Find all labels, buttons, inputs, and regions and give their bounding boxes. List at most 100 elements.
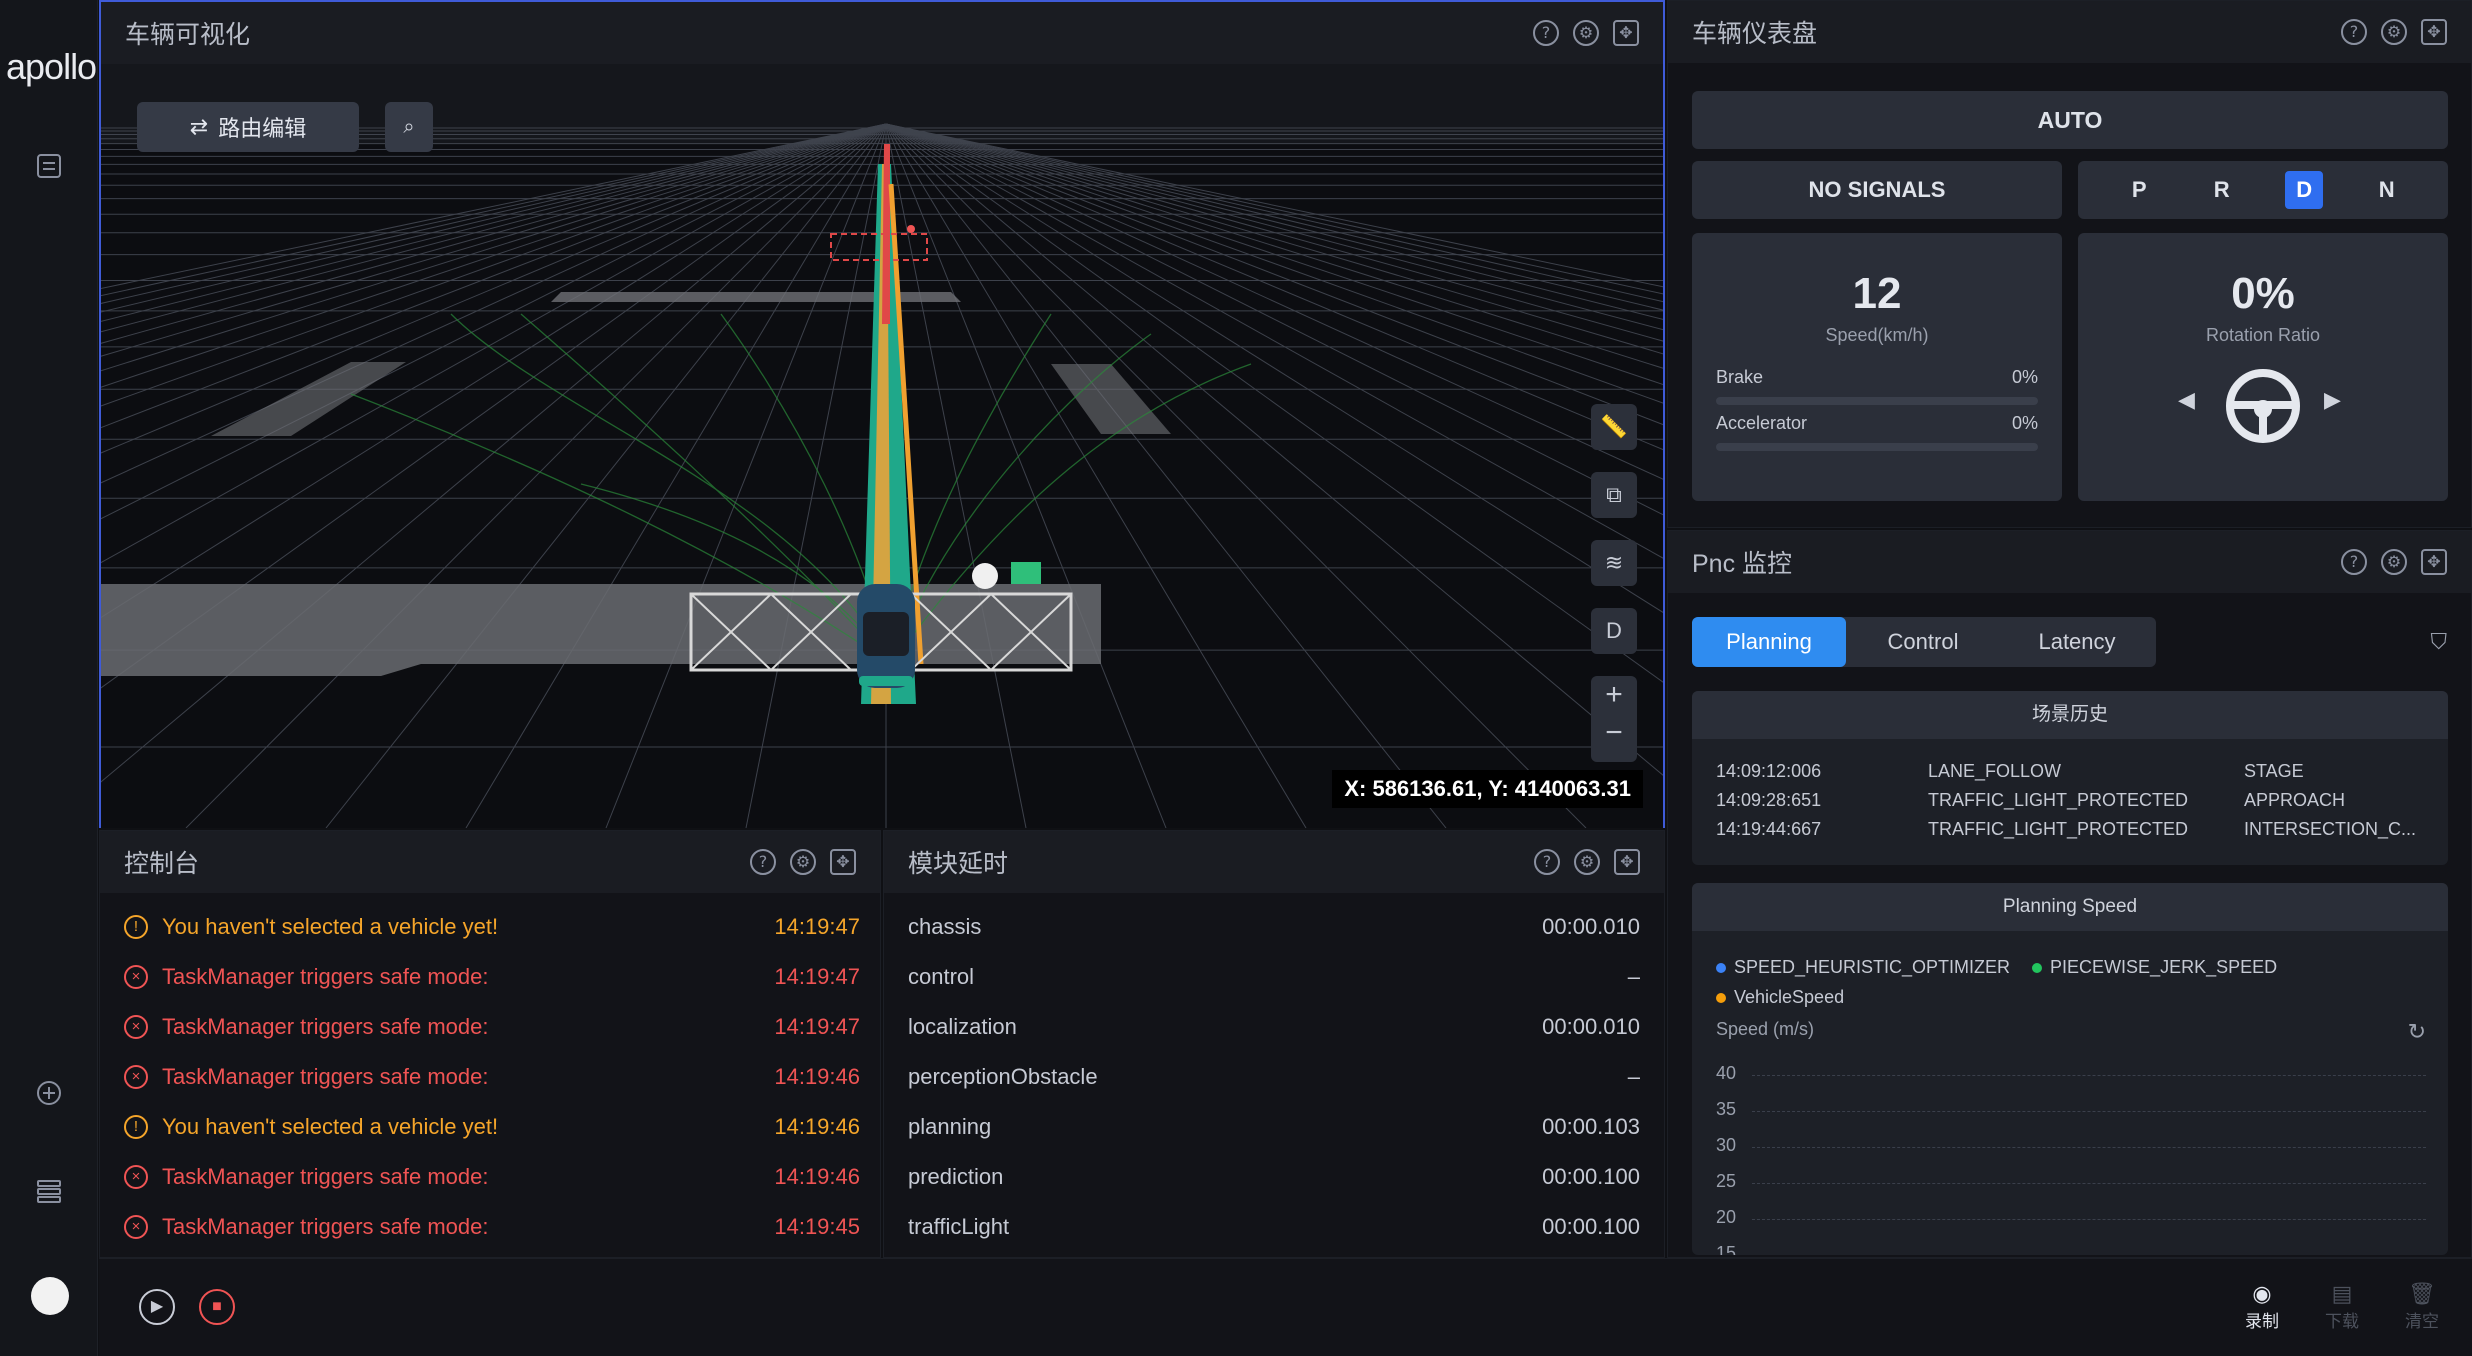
arrow-right-icon: ▶ — [2324, 387, 2341, 412]
vehicle-visualization-panel: 车辆可视化 ? ⚙ ✥ ⇄ 路由编辑 ⌕ 📏 ⧉ ≋ D + − X: 5861… — [99, 0, 1665, 828]
latency-title: 模块延时 — [908, 850, 1009, 878]
brake-row: Brake 0% — [1716, 367, 2038, 388]
help-icon[interactable]: ? — [1534, 849, 1560, 875]
scenario-stage: STAGE — [2244, 761, 2304, 781]
pnc-title: Pnc 监控 — [1692, 550, 1793, 578]
help-icon[interactable]: ? — [1533, 20, 1559, 46]
scenario-row: 14:09:28:651 TRAFFIC_LIGHT_PROTECTED APP… — [1692, 786, 2448, 815]
move-icon[interactable]: ✥ — [1614, 849, 1640, 875]
module-latency: 00:00.100 — [1542, 1214, 1640, 1239]
record-label: 录制 — [2245, 1312, 2279, 1331]
console-time: 14:19:47 — [774, 1014, 860, 1039]
console-time: 14:19:46 — [774, 1064, 860, 1089]
gear-d[interactable]: D — [2285, 171, 2324, 209]
route-edit-button[interactable]: ⇄ 路由编辑 — [137, 102, 359, 152]
help-icon[interactable]: ? — [2341, 19, 2367, 45]
rotation-value: 0% — [2231, 269, 2295, 318]
console-row: × TaskManager triggers safe mode: 14:19:47 — [124, 1007, 860, 1047]
accelerator-bar — [1716, 443, 2038, 451]
error-icon: × — [124, 1215, 148, 1239]
y-tick: 35 — [1716, 1099, 1737, 1119]
help-icon[interactable]: ? — [2341, 549, 2367, 575]
y-tick: 25 — [1716, 1171, 1737, 1191]
console-header: 控制台 ? ⚙ ✥ — [100, 831, 880, 893]
console-message: TaskManager triggers safe mode: — [162, 1064, 489, 1089]
console-row: × TaskManager triggers safe mode: 14:19:46 — [124, 1057, 860, 1097]
scenario-name: TRAFFIC_LIGHT_PROTECTED — [1928, 819, 2189, 839]
gear-icon[interactable]: ⚙ — [1574, 849, 1600, 875]
settings-list-icon[interactable] — [29, 1176, 69, 1216]
latency-row: perceptionObstacle – — [908, 1057, 1640, 1097]
camera-view-icon: ⌕ — [403, 116, 415, 138]
console-time: 14:19:46 — [774, 1114, 860, 1139]
legend-label: VehicleSpeed — [1734, 987, 1845, 1007]
gear-icon[interactable]: ⚙ — [790, 849, 816, 875]
layer-button[interactable]: ≋ — [1591, 540, 1637, 586]
add-panel-icon[interactable] — [29, 1078, 69, 1118]
refresh-icon[interactable]: ↻ — [2408, 1019, 2426, 1045]
speed-chart-title: Planning Speed — [1692, 883, 2448, 931]
zoom-control: + − — [1591, 676, 1637, 762]
gear-r[interactable]: R — [2203, 171, 2241, 209]
grid-line — [1752, 1183, 2426, 1184]
accelerator-row: Accelerator 0% — [1716, 413, 2038, 434]
legend-item[interactable]: SPEED_HEURISTIC_OPTIMIZER — [1716, 957, 2010, 978]
3d-scene[interactable] — [101, 64, 1663, 828]
console-message: TaskManager triggers safe mode: — [162, 1164, 489, 1189]
y-tick: 40 — [1716, 1063, 1737, 1083]
play-button[interactable]: ▶ — [139, 1289, 175, 1325]
console-panel: 控制台 ? ⚙ ✥ ! You haven't selected a vehicl… — [99, 830, 881, 1258]
stop-button[interactable]: ■ — [199, 1289, 235, 1325]
gear-icon[interactable]: ⚙ — [2381, 549, 2407, 575]
camera-view-button[interactable]: ⌕ — [385, 102, 433, 152]
legend-dot — [1716, 992, 1726, 1003]
move-icon[interactable]: ✥ — [2421, 549, 2447, 575]
copy-icon: ⧉ — [1606, 482, 1622, 507]
console-row: × TaskManager triggers safe mode: 14:19:47 — [124, 957, 860, 997]
steering-wheel-icon — [2226, 369, 2300, 443]
module-name: perceptionObstacle — [908, 1064, 1098, 1089]
download-label: 下载 — [2325, 1312, 2359, 1331]
ruler-button[interactable]: 📏 — [1591, 404, 1637, 450]
module-name: chassis — [908, 914, 982, 939]
download-button[interactable]: ▤ 下载 — [2312, 1281, 2372, 1332]
move-icon[interactable]: ✥ — [830, 849, 856, 875]
move-icon[interactable]: ✥ — [2421, 19, 2447, 45]
signal-status: NO SIGNALS — [1692, 161, 2062, 219]
zoom-out-button[interactable]: − — [1591, 714, 1637, 752]
planning-speed-chart: Planning Speed SPEED_HEURISTIC_OPTIMIZER… — [1692, 883, 2448, 1255]
legend-item[interactable]: VehicleSpeed — [1716, 987, 1844, 1008]
gear-selector: P R D N — [2078, 161, 2448, 219]
legend-dot — [2032, 962, 2043, 973]
record-button[interactable]: ◉ 录制 — [2232, 1281, 2292, 1332]
gear-n[interactable]: N — [2368, 171, 2406, 209]
tab-latency[interactable]: Latency — [2000, 617, 2154, 667]
tab-control[interactable]: Control — [1846, 617, 2000, 667]
gear-p[interactable]: P — [2120, 171, 2158, 209]
zoom-in-button[interactable]: + — [1591, 676, 1637, 714]
legend-item[interactable]: PIECEWISE_JERK_SPEED — [2032, 957, 2277, 978]
grid-line — [1752, 1219, 2426, 1220]
speed-box: 12 Speed(km/h) Brake 0% Accelerator 0% — [1692, 233, 2062, 501]
filter-icon[interactable]: ⛉ — [2430, 629, 2447, 655]
apollo-logo: apollo — [6, 46, 97, 87]
clear-button[interactable]: 🗑 清空 — [2392, 1281, 2452, 1332]
copy-view-button[interactable]: ⧉ — [1591, 472, 1637, 518]
brake-value: 0% — [2011, 367, 2038, 387]
chart-legend-row2: VehicleSpeed — [1716, 987, 1844, 1008]
console-message: You haven't selected a vehicle yet! — [162, 1114, 499, 1139]
panel-list-icon[interactable] — [29, 150, 69, 190]
console-message: TaskManager triggers safe mode: — [162, 1014, 489, 1039]
tab-planning[interactable]: Planning — [1692, 617, 1846, 667]
move-icon[interactable]: ✥ — [1613, 20, 1639, 46]
scene-graphics — [101, 64, 1663, 828]
avatar[interactable] — [31, 1277, 69, 1315]
help-icon[interactable]: ? — [750, 849, 776, 875]
console-row: × TaskManager triggers safe mode: 14:19:45 — [124, 1207, 860, 1247]
grid-line — [1752, 1111, 2426, 1112]
gear-icon[interactable]: ⚙ — [1573, 20, 1599, 46]
module-latency-panel: 模块延时 ? ⚙ ✥ chassis 00:00.010 control – local… — [883, 830, 1665, 1258]
gear-icon[interactable]: ⚙ — [2381, 19, 2407, 45]
trash-icon: 🗑 — [2408, 1281, 2436, 1306]
distance-button[interactable]: D — [1591, 608, 1637, 654]
